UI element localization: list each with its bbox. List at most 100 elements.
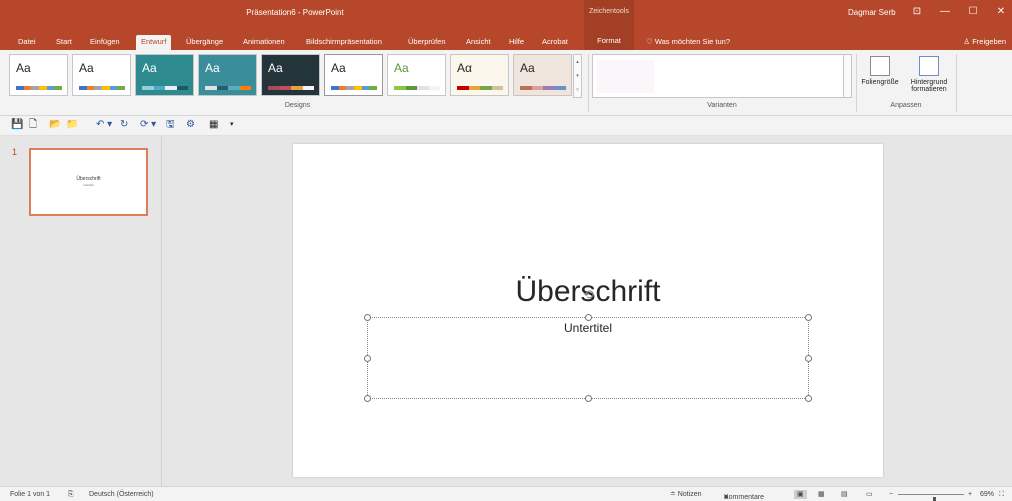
subtitle-placeholder[interactable]: Untertitel [364, 314, 812, 402]
theme-thumbnail[interactable]: Aa [324, 54, 383, 96]
variants-gallery-scroll[interactable] [843, 54, 852, 98]
theme-thumbnail[interactable]: Aa [135, 54, 194, 96]
theme-thumbnail[interactable]: Aa [387, 54, 446, 96]
new-file-icon[interactable]: 🗋 [29, 119, 37, 131]
theme-sample-text: Aα [457, 61, 472, 75]
tab-file[interactable]: Datei [13, 35, 41, 50]
notes-button[interactable]: ≐ Notizen [670, 490, 702, 499]
tab-transitions[interactable]: Übergänge [181, 35, 228, 50]
close-icon[interactable]: ✕ [990, 3, 1012, 21]
ribbon-tabs: Datei Start Einfügen Entwurf Übergänge A… [0, 32, 1012, 50]
theme-thumbnail[interactable]: Aa [513, 54, 572, 96]
group-divider [856, 54, 857, 112]
undo-icon[interactable]: ↶ ▾ [96, 119, 112, 131]
resize-handle[interactable] [364, 395, 371, 402]
theme-thumbnail[interactable]: Aa [72, 54, 131, 96]
resize-handle[interactable] [805, 355, 812, 362]
share-button[interactable]: ♙ Freigeben [963, 35, 1006, 48]
variants-group-label: Varianten [707, 102, 737, 109]
slideshow-view-icon[interactable]: ▭ [866, 490, 873, 499]
tab-help[interactable]: Hilfe [504, 35, 529, 50]
zoom-level[interactable]: 69% [980, 490, 994, 499]
folder-icon[interactable]: 📁 [66, 119, 78, 131]
theme-sample-text: Aa [79, 61, 94, 75]
resize-handle[interactable] [585, 314, 592, 321]
minimize-icon[interactable]: — [934, 3, 956, 21]
theme-thumbnail[interactable]: Aa [261, 54, 320, 96]
variants-gallery [592, 54, 844, 98]
theme-thumbnail[interactable]: Aa [9, 54, 68, 96]
theme-color-bar [457, 86, 503, 90]
slide-thumbnail[interactable]: Überschrift Untertitel [29, 148, 148, 216]
slide-canvas[interactable]: Überschrift ⟲ Untertitel [293, 144, 883, 477]
group-divider [588, 54, 589, 112]
resize-handle[interactable] [364, 355, 371, 362]
slide-number: 1 [12, 147, 18, 157]
theme-color-bar [16, 86, 63, 90]
slide-counter: Folie 1 von 1 [10, 491, 51, 498]
zoom-slider[interactable] [898, 494, 964, 501]
thumbnail-title: Überschrift [76, 176, 101, 182]
slide-sorter-icon[interactable]: ▦ [818, 490, 825, 499]
theme-thumbnail[interactable]: Aa [198, 54, 257, 96]
themes-gallery-scroll[interactable]: ▴ ▾ ▿ [573, 54, 582, 98]
zoom-in-button[interactable]: + [968, 490, 972, 499]
theme-sample-text: Aa [394, 61, 409, 75]
save-icon[interactable]: 💾 [11, 119, 23, 131]
settings-icon[interactable]: ⚙ [186, 119, 195, 131]
reading-view-icon[interactable]: ▤ [841, 490, 848, 499]
tab-insert[interactable]: Einfügen [85, 35, 125, 50]
tab-design[interactable]: Entwurf [136, 35, 172, 50]
spellcheck-icon[interactable]: ⎘ [68, 490, 74, 499]
customize-group-label: Anpassen [890, 102, 922, 109]
tell-me-search[interactable]: ♡ Was möchten Sie tun? [646, 35, 730, 48]
ribbon-design: Aa Aa Aa Aa Aa Aa Aa Aα Aa ▴ ▾ ▿ Designs Varianten… [0, 50, 1012, 116]
resize-handle[interactable] [364, 314, 371, 321]
share-label: Freigeben [972, 37, 1006, 46]
slide-size-icon [870, 56, 890, 76]
ribbon-display-options-icon[interactable]: ⊡ [906, 3, 928, 21]
language-indicator[interactable]: Deutsch (Österreich) [89, 490, 154, 499]
zoom-slider-thumb[interactable] [932, 497, 936, 501]
lightbulb-icon: ♡ [646, 37, 655, 46]
theme-color-bar [205, 86, 251, 90]
theme-color-bar [520, 86, 566, 90]
slide-subtitle[interactable]: Untertitel [368, 321, 808, 335]
title-bar: Präsentation6 - PowerPoint Dagmar Serb ⊡… [0, 0, 1012, 32]
tab-view[interactable]: Ansicht [461, 35, 496, 50]
tab-format[interactable]: Format [584, 32, 634, 50]
repeat-icon[interactable]: ⟳ ▾ [140, 119, 156, 131]
person-icon: ♙ [963, 37, 973, 46]
slide-size-button[interactable]: Foliengröße [858, 54, 902, 102]
resize-handle[interactable] [805, 395, 812, 402]
tab-animations[interactable]: Animationen [238, 35, 290, 50]
theme-thumbnail[interactable]: Aα [450, 54, 509, 96]
resize-handle[interactable] [585, 395, 592, 402]
customize-qat-chevron-icon[interactable]: ▾ [230, 119, 234, 131]
tab-home[interactable]: Start [51, 35, 77, 50]
fit-to-window-icon[interactable]: ⛶ [999, 490, 1004, 499]
slide-thumbnails-pane: 1 Überschrift Untertitel [0, 137, 162, 486]
rotation-handle-icon[interactable]: ⟲ [583, 287, 594, 303]
maximize-icon[interactable]: ☐ [962, 3, 984, 21]
variant-thumbnail[interactable] [596, 60, 654, 93]
paint-bucket-icon [919, 56, 939, 76]
format-background-button[interactable]: Hintergrund formatieren [904, 54, 954, 102]
theme-color-bar [268, 86, 314, 90]
theme-sample-text: Aa [142, 61, 157, 75]
theme-sample-text: Aa [16, 61, 31, 75]
redo-icon[interactable]: ↻ [120, 119, 128, 131]
normal-view-icon[interactable]: ▣ [794, 490, 807, 499]
theme-sample-text: Aa [520, 61, 535, 75]
zoom-out-button[interactable]: − [889, 490, 893, 499]
theme-color-bar [394, 86, 440, 90]
print-icon[interactable]: 🖫 [166, 119, 175, 131]
open-icon[interactable]: 📂 [49, 119, 61, 131]
tab-slideshow[interactable]: Bildschirmpräsentation [301, 35, 387, 50]
user-name[interactable]: Dagmar Serb [848, 8, 896, 17]
grid-icon[interactable]: ▦ [209, 119, 218, 131]
thumbnail-subtitle: Untertitel [83, 184, 94, 187]
tab-review[interactable]: Überprüfen [403, 35, 451, 50]
tab-acrobat[interactable]: Acrobat [537, 35, 573, 50]
resize-handle[interactable] [805, 314, 812, 321]
